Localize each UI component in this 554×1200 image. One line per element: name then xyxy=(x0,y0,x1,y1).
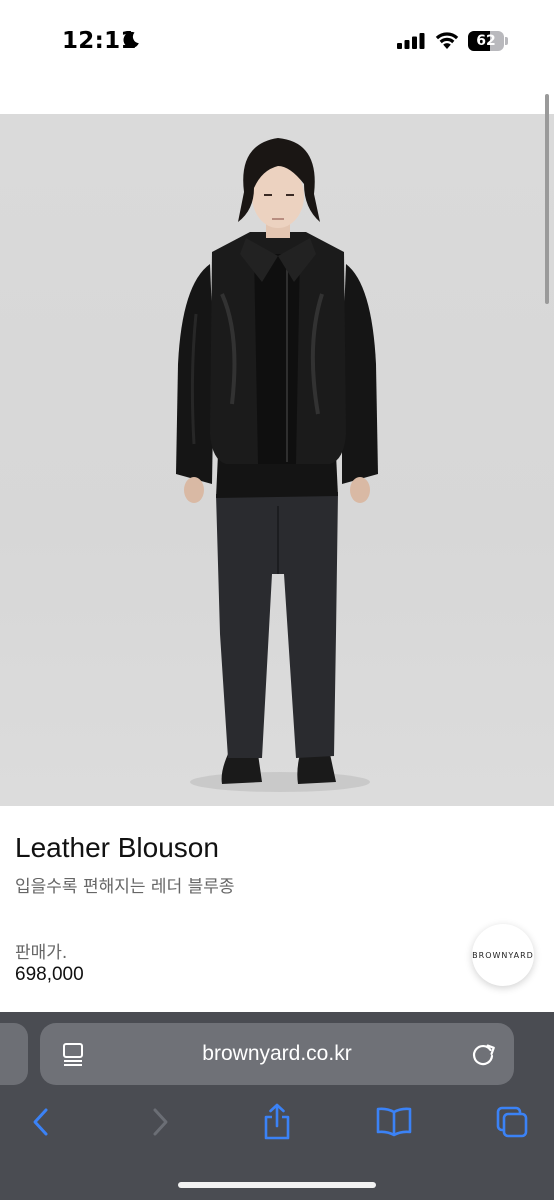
back-chevron-icon xyxy=(33,1108,48,1136)
product-title: Leather Blouson xyxy=(15,832,219,863)
brand-badge-button[interactable]: BROWNYARD xyxy=(472,924,534,986)
battery-percent: 62 xyxy=(476,33,496,49)
product-info: Leather Blouson 입을수록 편해지는 레더 블루종 판매가. 69… xyxy=(0,806,554,1012)
price-value: 698,000 xyxy=(15,964,84,985)
forward-chevron-icon xyxy=(153,1108,168,1136)
brand-badge-text: BROWNYARD xyxy=(472,950,534,960)
battery-icon: 62 xyxy=(468,31,508,51)
reload-icon[interactable] xyxy=(470,1041,496,1067)
left-shoe xyxy=(221,754,262,784)
battery-body: 62 xyxy=(468,31,504,51)
scroll-indicator[interactable] xyxy=(545,94,549,304)
tabs-button[interactable] xyxy=(490,1100,534,1144)
forward-button[interactable] xyxy=(138,1100,182,1144)
product-subtitle: 입을수록 편해지는 레더 블루종 xyxy=(15,877,235,897)
bookmarks-button[interactable] xyxy=(372,1100,416,1144)
home-indicator[interactable] xyxy=(178,1182,376,1188)
product-image[interactable] xyxy=(0,114,554,806)
bookmarks-book-icon xyxy=(376,1107,412,1137)
left-sleeve xyxy=(176,264,214,484)
url-text[interactable]: brownyard.co.kr xyxy=(40,1023,514,1085)
tabs-icon xyxy=(496,1106,528,1138)
moon-icon xyxy=(123,31,139,48)
mobile-browser-screen: 12:11 62 Leather Blouson 입을수록 편해지는 레더 블루… xyxy=(0,0,554,1200)
right-shoe xyxy=(297,754,336,784)
battery-tip xyxy=(505,37,508,45)
browser-toolbar xyxy=(0,1100,554,1164)
share-icon xyxy=(264,1103,290,1140)
back-button[interactable] xyxy=(19,1100,63,1144)
wifi-icon xyxy=(435,32,459,49)
share-button[interactable] xyxy=(255,1100,299,1144)
status-bar: 12:11 62 xyxy=(0,0,554,80)
right-sleeve xyxy=(342,264,378,484)
price-label: 판매가. xyxy=(15,943,68,963)
previous-tab-preview[interactable] xyxy=(0,1023,28,1085)
model-photo xyxy=(176,138,378,792)
cellular-signal-icon xyxy=(397,33,425,49)
browser-bottom-bar: brownyard.co.kr xyxy=(0,1012,554,1200)
address-bar[interactable]: brownyard.co.kr xyxy=(40,1023,514,1085)
